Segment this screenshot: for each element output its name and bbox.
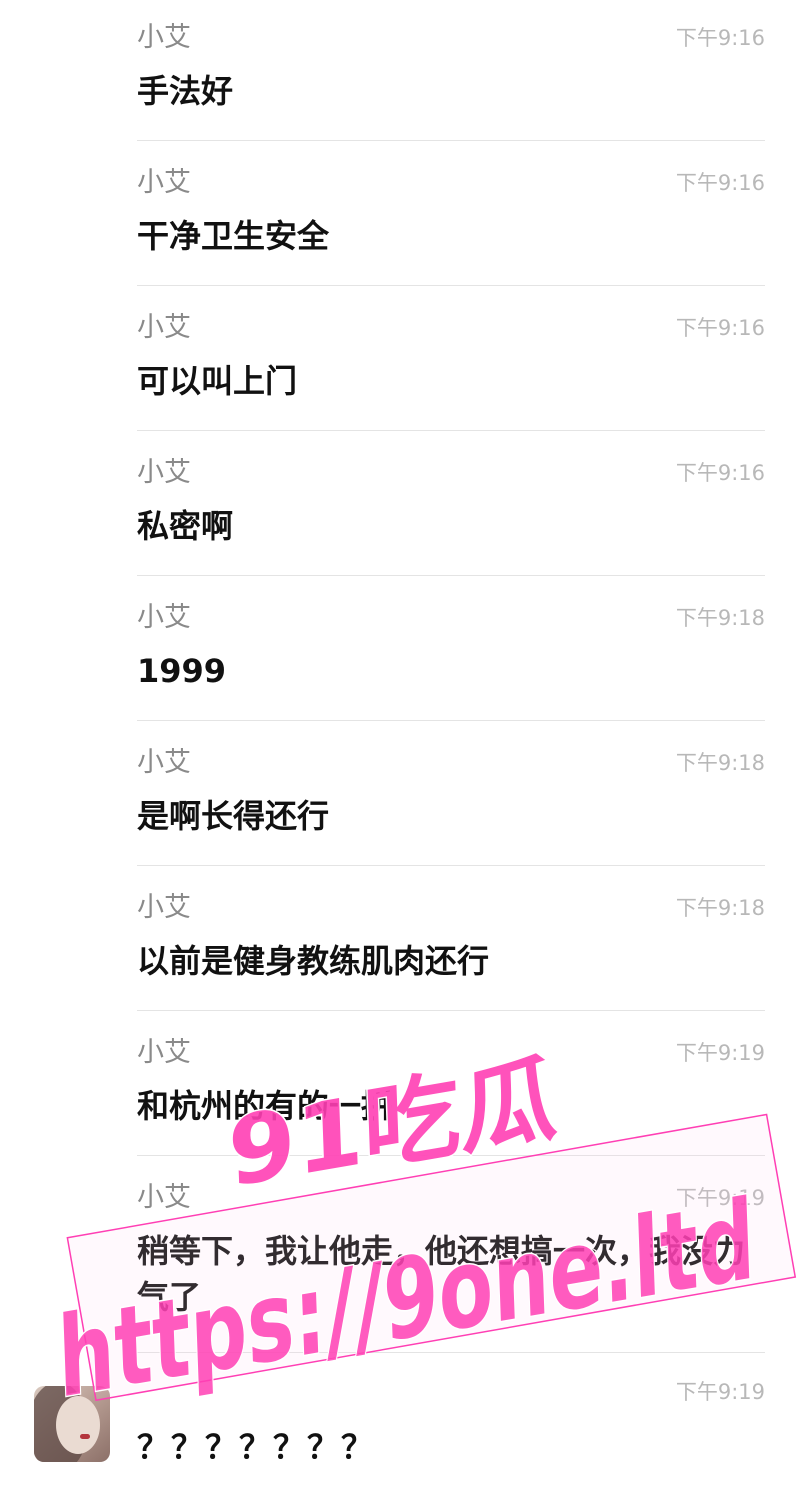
message-text: ？？？？？？？	[137, 1428, 376, 1466]
sender-name: 小艾	[137, 1182, 191, 1213]
message-item[interactable]: 小艾 下午9:16 干净卫生安全	[137, 145, 765, 286]
message-item[interactable]: 小艾 下午9:18 1999	[137, 580, 765, 721]
message-time: 下午9:16	[675, 171, 765, 195]
message-text: 和杭州的有的一拼	[137, 1087, 394, 1125]
sender-name: 小艾	[137, 602, 191, 633]
message-time: 下午9:16	[675, 26, 765, 50]
message-text: 私密啊	[137, 507, 234, 545]
sender-name: 小艾	[137, 1037, 191, 1068]
message-time: 下午9:19	[675, 1186, 765, 1210]
message-text: 可以叫上门	[137, 362, 298, 400]
message-time: 下午9:16	[675, 316, 765, 340]
message-list: 小艾 下午9:16 手法好 小艾 下午9:16 干净卫生安全 小艾 下午9:16…	[0, 0, 800, 1488]
divider	[137, 720, 765, 721]
message-time: 下午9:16	[675, 461, 765, 485]
message-time: 下午9:18	[675, 896, 765, 920]
divider	[137, 140, 765, 141]
message-text: 以前是健身教练肌肉还行	[137, 942, 490, 980]
avatar-face-shape	[56, 1396, 100, 1454]
message-item[interactable]: 小艾 下午9:16 可以叫上门	[137, 290, 765, 431]
message-item[interactable]: 小艾 下午9:18 以前是健身教练肌肉还行	[137, 870, 765, 1011]
message-text: 1999	[137, 652, 227, 690]
message-item[interactable]: 小艾 下午9:18 是啊长得还行	[137, 725, 765, 866]
message-text: 是啊长得还行	[137, 797, 330, 835]
divider	[137, 1352, 765, 1353]
avatar-lip-shape	[80, 1434, 90, 1439]
message-item[interactable]: 下午9:19 ？？？？？？？	[137, 1354, 765, 1488]
message-time: 下午9:19	[675, 1380, 765, 1404]
sender-name: 小艾	[137, 747, 191, 778]
message-time: 下午9:18	[675, 606, 765, 630]
message-time: 下午9:18	[675, 751, 765, 775]
sender-name: 小艾	[137, 892, 191, 923]
message-text: 干净卫生安全	[137, 217, 330, 255]
message-item[interactable]: 小艾 下午9:16 手法好	[137, 0, 765, 141]
divider	[137, 1010, 765, 1011]
message-item[interactable]: 小艾 下午9:19 稍等下，我让他走，他还想搞一次，我没力气了	[137, 1160, 765, 1353]
message-item[interactable]: 小艾 下午9:19 和杭州的有的一拼	[137, 1015, 765, 1156]
message-item[interactable]: 小艾 下午9:16 私密啊	[137, 435, 765, 576]
message-time: 下午9:19	[675, 1041, 765, 1065]
message-text: 手法好	[137, 72, 234, 110]
sender-name: 小艾	[137, 167, 191, 198]
avatar[interactable]	[34, 1386, 110, 1462]
sender-name: 小艾	[137, 312, 191, 343]
sender-name: 小艾	[137, 22, 191, 53]
divider	[137, 1155, 765, 1156]
divider	[137, 285, 765, 286]
divider	[137, 575, 765, 576]
sender-name: 小艾	[137, 457, 191, 488]
divider	[137, 430, 765, 431]
message-text: 稍等下，我让他走，他还想搞一次，我没力气了	[137, 1232, 746, 1316]
divider	[137, 865, 765, 866]
